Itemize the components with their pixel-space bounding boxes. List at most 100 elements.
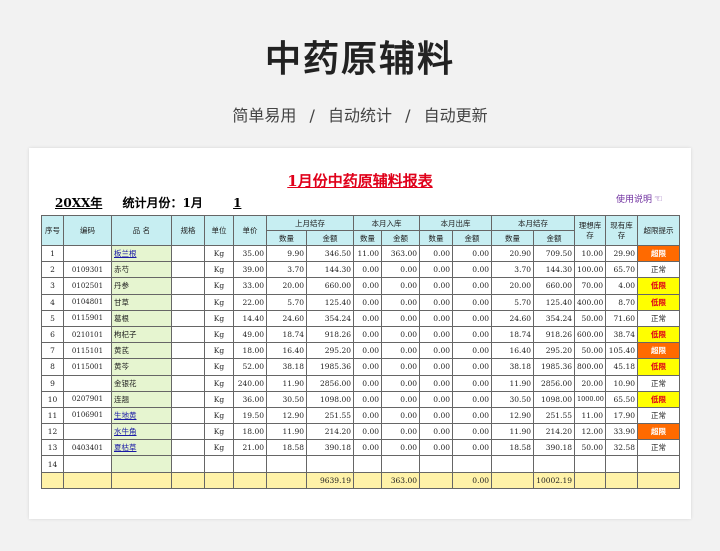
cell-price[interactable]: 22.00 [233, 293, 267, 311]
cell-ideal-stock[interactable]: 400.00 [574, 293, 606, 311]
cell-price[interactable]: 52.00 [233, 358, 267, 376]
cell-unit[interactable]: Kg [204, 244, 234, 263]
cell-alert[interactable]: 低限 [637, 277, 680, 295]
cell-spec[interactable] [171, 374, 205, 392]
cell-balance-qty[interactable]: 11.90 [491, 423, 534, 441]
cell-name[interactable]: 金银花 [111, 374, 172, 392]
cell-prev-qty[interactable]: 3.70 [266, 261, 307, 279]
cell-prev-qty[interactable]: 20.00 [266, 277, 307, 295]
cell-price[interactable]: 19.50 [233, 406, 267, 425]
cell-in-amount[interactable]: 0.00 [381, 277, 420, 295]
cell-name[interactable]: 黄芩 [111, 358, 172, 376]
cell-code[interactable]: 0403401 [63, 439, 112, 457]
total-cell[interactable] [637, 471, 680, 489]
cell-ideal-stock[interactable]: 50.00 [574, 309, 606, 327]
cell-seq[interactable]: 3 [41, 277, 64, 295]
cell-current-stock[interactable]: 105.40 [605, 342, 638, 360]
cell-balance-qty[interactable]: 20.90 [491, 244, 534, 263]
cell-unit[interactable]: Kg [204, 358, 234, 376]
cell-ideal-stock[interactable]: 11.00 [574, 406, 606, 425]
cell-code[interactable]: 0104801 [63, 293, 112, 311]
cell-alert[interactable] [637, 455, 680, 473]
cell-balance-qty[interactable]: 18.74 [491, 325, 534, 344]
cell-spec[interactable] [171, 244, 205, 263]
total-cell[interactable] [353, 471, 382, 489]
cell-prev-amount[interactable]: 346.50 [306, 244, 354, 263]
cell-out-amount[interactable]: 0.00 [452, 358, 492, 376]
cell-seq[interactable]: 4 [41, 293, 64, 311]
total-in-amount[interactable]: 363.00 [381, 471, 420, 489]
cell-out-amount[interactable]: 0.00 [452, 261, 492, 279]
cell-current-stock[interactable]: 71.60 [605, 309, 638, 327]
cell-out-qty[interactable]: 0.00 [419, 309, 453, 327]
cell-seq[interactable]: 12 [41, 423, 64, 441]
cell-in-amount[interactable] [381, 455, 420, 473]
cell-code[interactable] [63, 374, 112, 392]
cell-out-qty[interactable]: 0.00 [419, 374, 453, 392]
cell-ideal-stock[interactable]: 50.00 [574, 342, 606, 360]
cell-alert[interactable]: 超限 [637, 244, 680, 263]
cell-in-amount[interactable]: 0.00 [381, 374, 420, 392]
cell-alert[interactable]: 正常 [637, 439, 680, 457]
cell-current-stock[interactable]: 10.90 [605, 374, 638, 392]
cell-balance-amount[interactable]: 660.00 [533, 277, 575, 295]
cell-unit[interactable]: Kg [204, 309, 234, 327]
cell-ideal-stock[interactable]: 12.00 [574, 423, 606, 441]
cell-out-amount[interactable]: 0.00 [452, 390, 492, 408]
cell-price[interactable]: 21.00 [233, 439, 267, 457]
cell-prev-qty[interactable]: 11.90 [266, 374, 307, 392]
cell-prev-amount[interactable]: 918.26 [306, 325, 354, 344]
cell-name[interactable]: 甘草 [111, 293, 172, 311]
cell-prev-amount[interactable]: 125.40 [306, 293, 354, 311]
cell-prev-qty[interactable]: 5.70 [266, 293, 307, 311]
cell-seq[interactable]: 2 [41, 261, 64, 279]
cell-spec[interactable] [171, 423, 205, 441]
cell-balance-amount[interactable]: 390.18 [533, 439, 575, 457]
total-cell[interactable] [111, 471, 172, 489]
total-cell[interactable] [171, 471, 205, 489]
cell-balance-qty[interactable] [491, 455, 534, 473]
cell-unit[interactable]: Kg [204, 423, 234, 441]
cell-in-amount[interactable]: 363.00 [381, 244, 420, 263]
cell-balance-amount[interactable]: 144.30 [533, 261, 575, 279]
cell-seq[interactable]: 11 [41, 406, 64, 425]
cell-out-qty[interactable]: 0.00 [419, 423, 453, 441]
cell-ideal-stock[interactable]: 1000.00 [574, 390, 606, 408]
cell-alert[interactable]: 超限 [637, 423, 680, 441]
cell-out-qty[interactable]: 0.00 [419, 244, 453, 263]
cell-balance-qty[interactable]: 38.18 [491, 358, 534, 376]
cell-in-qty[interactable]: 0.00 [353, 390, 382, 408]
cell-in-qty[interactable]: 11.00 [353, 244, 382, 263]
total-cell[interactable] [266, 471, 307, 489]
cell-ideal-stock[interactable]: 800.00 [574, 358, 606, 376]
cell-name[interactable]: 葛根 [111, 309, 172, 327]
total-cell[interactable] [605, 471, 638, 489]
cell-alert[interactable]: 低限 [637, 325, 680, 344]
cell-unit[interactable]: Kg [204, 390, 234, 408]
help-link[interactable]: 使用说明 ☜ [616, 192, 663, 205]
cell-seq[interactable]: 6 [41, 325, 64, 344]
cell-out-amount[interactable]: 0.00 [452, 342, 492, 360]
cell-code[interactable]: 0106901 [63, 406, 112, 425]
cell-balance-qty[interactable]: 3.70 [491, 261, 534, 279]
cell-spec[interactable] [171, 261, 205, 279]
cell-balance-amount[interactable]: 354.24 [533, 309, 575, 327]
cell-price[interactable]: 18.00 [233, 423, 267, 441]
cell-unit[interactable]: Kg [204, 293, 234, 311]
cell-balance-qty[interactable]: 5.70 [491, 293, 534, 311]
cell-code[interactable] [63, 423, 112, 441]
cell-name[interactable]: 水牛角 [111, 423, 172, 441]
cell-current-stock[interactable]: 65.70 [605, 261, 638, 279]
total-cell[interactable] [233, 471, 267, 489]
cell-current-stock[interactable]: 4.00 [605, 277, 638, 295]
cell-price[interactable]: 36.00 [233, 390, 267, 408]
cell-ideal-stock[interactable] [574, 455, 606, 473]
cell-in-qty[interactable]: 0.00 [353, 293, 382, 311]
cell-code[interactable]: 0109301 [63, 261, 112, 279]
cell-out-amount[interactable] [452, 455, 492, 473]
cell-current-stock[interactable]: 17.90 [605, 406, 638, 425]
cell-out-qty[interactable]: 0.00 [419, 390, 453, 408]
cell-in-qty[interactable]: 0.00 [353, 325, 382, 344]
cell-prev-qty[interactable]: 30.50 [266, 390, 307, 408]
cell-spec[interactable] [171, 325, 205, 344]
